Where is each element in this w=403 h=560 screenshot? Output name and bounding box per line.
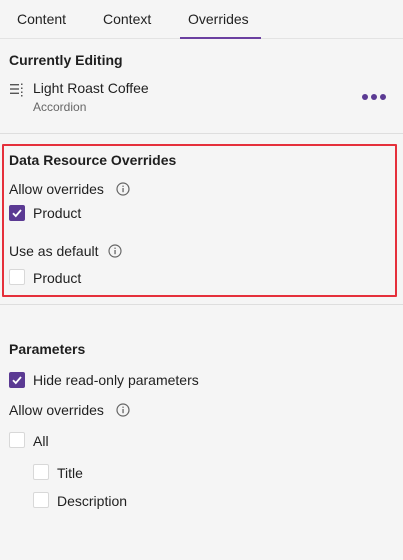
all-checkbox[interactable] xyxy=(9,432,25,448)
allow-product-label: Product xyxy=(33,205,82,221)
description-label: Description xyxy=(57,493,128,509)
hide-readonly-label: Hide read-only parameters xyxy=(33,372,199,388)
all-label: All xyxy=(33,433,49,449)
currently-editing-title: Currently Editing xyxy=(9,52,123,68)
info-icon[interactable] xyxy=(116,182,130,196)
tab-context[interactable]: Context xyxy=(103,11,151,27)
editing-item-type: Accordion xyxy=(33,100,87,114)
title-checkbox[interactable] xyxy=(33,464,49,480)
active-tab-indicator xyxy=(180,37,261,39)
list-icon xyxy=(10,83,23,97)
editing-item-name: Light Roast Coffee xyxy=(33,80,149,96)
info-icon[interactable] xyxy=(108,244,122,258)
use-as-default-label: Use as default xyxy=(9,243,99,259)
tab-bar: Content Context Overrides xyxy=(0,0,403,39)
description-checkbox[interactable] xyxy=(33,492,49,508)
more-icon[interactable] xyxy=(361,92,387,102)
check-icon xyxy=(12,209,22,218)
parameters-title: Parameters xyxy=(9,341,86,357)
hide-readonly-checkbox[interactable] xyxy=(9,372,25,388)
default-product-label: Product xyxy=(33,270,82,286)
info-icon[interactable] xyxy=(116,403,130,417)
section-divider xyxy=(0,304,403,305)
allow-product-checkbox[interactable] xyxy=(9,205,25,221)
tab-overrides[interactable]: Overrides xyxy=(188,11,249,27)
allow-overrides-label: Allow overrides xyxy=(9,181,104,197)
default-product-checkbox[interactable] xyxy=(9,269,25,285)
tab-content[interactable]: Content xyxy=(17,11,66,27)
data-resource-overrides-title: Data Resource Overrides xyxy=(9,152,177,168)
title-label: Title xyxy=(57,465,83,481)
check-icon xyxy=(12,376,22,385)
param-allow-overrides-label: Allow overrides xyxy=(9,402,104,418)
section-divider xyxy=(0,133,403,134)
